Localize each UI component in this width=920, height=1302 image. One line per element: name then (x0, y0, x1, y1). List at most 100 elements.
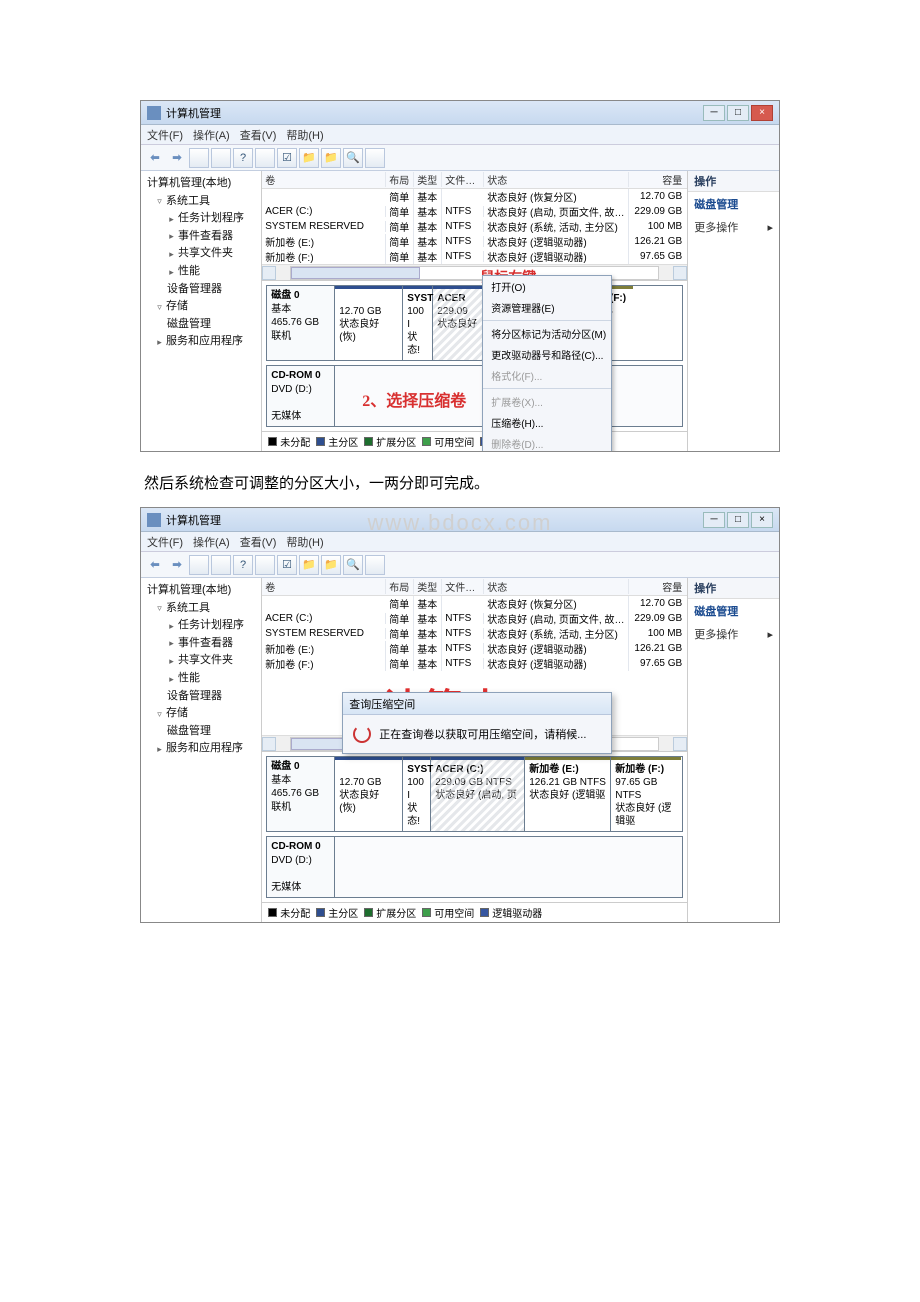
cdrom-row[interactable]: CD-ROM 0 DVD (D:) 无媒体 (266, 836, 683, 898)
menu-help[interactable]: 帮助(H) (286, 534, 323, 550)
menu-view[interactable]: 查看(V) (240, 534, 277, 550)
fwd-button[interactable]: ➡ (167, 555, 187, 575)
ctx-shrink[interactable]: 压缩卷(H)... (483, 412, 611, 433)
partition[interactable]: 12.70 GB状态良好 (恢) (335, 286, 403, 360)
tool-icon[interactable] (211, 148, 231, 168)
volume-list[interactable]: 简单基本状态良好 (恢复分区)12.70 GBACER (C:)简单基本NTFS… (262, 596, 687, 671)
tool-icon[interactable] (189, 148, 209, 168)
tree-task[interactable]: ▸任务计划程序 (147, 617, 257, 635)
context-menu[interactable]: 打开(O) 资源管理器(E) 将分区标记为活动分区(M) 更改驱动器号和路径(C… (482, 275, 612, 452)
tool-icon[interactable]: 📁 (299, 148, 319, 168)
partition[interactable]: SYST100 I状态! (403, 286, 433, 360)
tool-icon[interactable]: ? (233, 148, 253, 168)
menubar[interactable]: 文件(F) 操作(A) 查看(V) 帮助(H) (141, 125, 779, 145)
tree-disk[interactable]: 磁盘管理 (147, 723, 257, 741)
col-vol[interactable]: 卷 (262, 172, 386, 187)
dialog-titlebar[interactable]: 查询压缩空间 (343, 693, 611, 715)
disk-0-row[interactable]: 磁盘 0 基本 465.76 GB 联机 12.70 GB状态良好 (恢)SYS… (266, 285, 683, 361)
tree-share[interactable]: ▸共享文件夹 (147, 652, 257, 670)
table-row[interactable]: 新加卷 (F:)简单基本NTFS状态良好 (逻辑驱动器)97.65 GB (262, 249, 687, 264)
ctx-chletter[interactable]: 更改驱动器号和路径(C)... (483, 344, 611, 365)
ctx-markactive[interactable]: 将分区标记为活动分区(M) (483, 323, 611, 344)
partition[interactable]: ACER (C:)229.09 GB NTFS状态良好 (启动, 页 (431, 757, 525, 831)
col-cap[interactable]: 容量 (629, 172, 687, 187)
tree-storage[interactable]: ▿存储 (147, 298, 257, 316)
partition[interactable]: 新加卷 (F:)97.65 GB NTFS状态良好 (逻辑驱 (611, 757, 681, 831)
back-button[interactable]: ⬅ (145, 148, 165, 168)
tool-icon[interactable] (189, 555, 209, 575)
minimize-button[interactable]: ─ (703, 105, 725, 121)
tool-icon[interactable]: ☑ (277, 148, 297, 168)
actions-more[interactable]: 更多操作▸ (688, 216, 779, 238)
table-row[interactable]: ACER (C:)简单基本NTFS状态良好 (启动, 页面文件, 故障转储, 主… (262, 204, 687, 219)
close-button[interactable]: × (751, 105, 773, 121)
tool-icon[interactable]: 📁 (321, 148, 341, 168)
table-row[interactable]: 新加卷 (F:)简单基本NTFS状态良好 (逻辑驱动器)97.65 GB (262, 656, 687, 671)
tree-root[interactable]: 计算机管理(本地) (147, 175, 257, 193)
maximize-button[interactable]: □ (727, 105, 749, 121)
table-row[interactable]: SYSTEM RESERVED简单基本NTFS状态良好 (系统, 活动, 主分区… (262, 626, 687, 641)
tool-icon[interactable] (211, 555, 231, 575)
tool-icon[interactable] (365, 555, 385, 575)
tree-disk[interactable]: 磁盘管理 (147, 316, 257, 334)
tree-event[interactable]: ▸事件查看器 (147, 228, 257, 246)
nav-tree[interactable]: 计算机管理(本地) ▿系统工具 ▸任务计划程序 ▸事件查看器 ▸共享文件夹 ▸性… (141, 578, 262, 922)
tool-icon[interactable]: 🔍 (343, 148, 363, 168)
tool-icon[interactable] (255, 148, 275, 168)
partition[interactable]: 12.70 GB状态良好 (恢) (335, 757, 403, 831)
col-fs[interactable]: 文件系统 (442, 172, 484, 187)
tree-storage[interactable]: ▿存储 (147, 705, 257, 723)
tree-devmgr[interactable]: 设备管理器 (147, 688, 257, 706)
disk-0-partitions[interactable]: 12.70 GB状态良好 (恢)SYST100 I状态!ACER (C:)229… (335, 757, 682, 831)
col-layout[interactable]: 布局 (386, 172, 414, 187)
menu-view[interactable]: 查看(V) (240, 127, 277, 143)
tool-icon[interactable] (365, 148, 385, 168)
cdrom-row[interactable]: CD-ROM 0 DVD (D:) 无媒体 (266, 365, 683, 427)
h-scrollbar[interactable] (262, 264, 687, 280)
table-row[interactable]: 简单基本状态良好 (恢复分区)12.70 GB (262, 596, 687, 611)
col-type[interactable]: 类型 (414, 172, 442, 187)
tool-icon[interactable]: ? (233, 555, 253, 575)
tree-perf[interactable]: ▸性能 (147, 670, 257, 688)
menu-file[interactable]: 文件(F) (147, 534, 183, 550)
tree-perf[interactable]: ▸性能 (147, 263, 257, 281)
table-row[interactable]: ACER (C:)简单基本NTFS状态良好 (启动, 页面文件, 故障转储, 主… (262, 611, 687, 626)
table-row[interactable]: SYSTEM RESERVED简单基本NTFS状态良好 (系统, 活动, 主分区… (262, 219, 687, 234)
menu-action[interactable]: 操作(A) (193, 127, 230, 143)
close-button[interactable]: × (751, 512, 773, 528)
table-row[interactable]: 新加卷 (E:)简单基本NTFS状态良好 (逻辑驱动器)126.21 GB (262, 234, 687, 249)
partition[interactable]: SYST100 I状态! (403, 757, 431, 831)
tool-icon[interactable]: 📁 (321, 555, 341, 575)
ctx-open[interactable]: 打开(O) (483, 276, 611, 297)
back-button[interactable]: ⬅ (145, 555, 165, 575)
minimize-button[interactable]: ─ (703, 512, 725, 528)
menu-help[interactable]: 帮助(H) (286, 127, 323, 143)
tree-event[interactable]: ▸事件查看器 (147, 635, 257, 653)
nav-tree[interactable]: 计算机管理(本地) ▿系统工具 ▸任务计划程序 ▸事件查看器 ▸共享文件夹 ▸性… (141, 171, 262, 451)
menubar[interactable]: 文件(F) 操作(A) 查看(V) 帮助(H) (141, 532, 779, 552)
tree-task[interactable]: ▸任务计划程序 (147, 210, 257, 228)
tool-icon[interactable] (255, 555, 275, 575)
tool-icon[interactable]: 📁 (299, 555, 319, 575)
menu-file[interactable]: 文件(F) (147, 127, 183, 143)
table-row[interactable]: 简单基本状态良好 (恢复分区)12.70 GB (262, 189, 687, 204)
disk-0-row[interactable]: 磁盘 0 基本 465.76 GB 联机 12.70 GB状态良好 (恢)SYS… (266, 756, 683, 832)
window-titlebar[interactable]: 计算机管理 ─ □ × (141, 101, 779, 125)
tree-share[interactable]: ▸共享文件夹 (147, 245, 257, 263)
tree-root[interactable]: 计算机管理(本地) (147, 582, 257, 600)
ctx-explorer[interactable]: 资源管理器(E) (483, 297, 611, 318)
tool-icon[interactable]: ☑ (277, 555, 297, 575)
actions-title[interactable]: 磁盘管理 (688, 192, 779, 216)
window-titlebar[interactable]: 计算机管理 ─ □ × (141, 508, 779, 532)
tree-sys[interactable]: ▿系统工具 (147, 600, 257, 618)
menu-action[interactable]: 操作(A) (193, 534, 230, 550)
tree-devmgr[interactable]: 设备管理器 (147, 281, 257, 299)
volume-list[interactable]: 简单基本状态良好 (恢复分区)12.70 GBACER (C:)简单基本NTFS… (262, 189, 687, 264)
maximize-button[interactable]: □ (727, 512, 749, 528)
tree-sys[interactable]: ▿系统工具 (147, 193, 257, 211)
tree-svc[interactable]: ▸服务和应用程序 (147, 333, 257, 351)
table-row[interactable]: 新加卷 (E:)简单基本NTFS状态良好 (逻辑驱动器)126.21 GB (262, 641, 687, 656)
shrink-dialog[interactable]: 查询压缩空间 正在查询卷以获取可用压缩空间，请稍候... (342, 692, 612, 754)
col-status[interactable]: 状态 (484, 172, 629, 187)
tree-svc[interactable]: ▸服务和应用程序 (147, 740, 257, 758)
